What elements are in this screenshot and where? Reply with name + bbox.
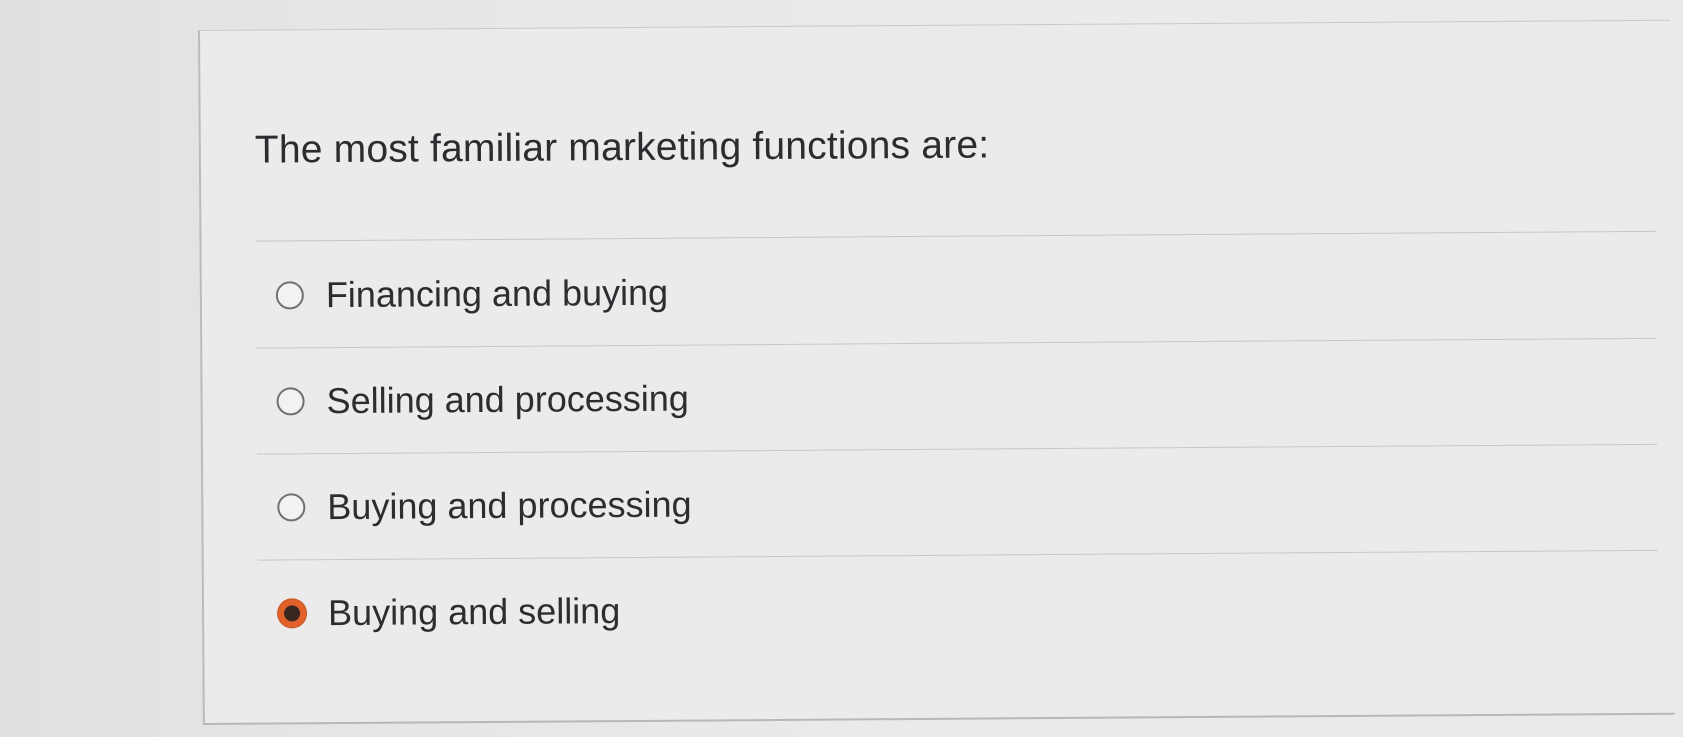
radio-button-2[interactable] — [276, 386, 305, 415]
answer-options: Financing and buying Selling and process… — [255, 232, 1659, 666]
question-card: The most familiar marketing functions ar… — [198, 19, 1675, 725]
question-text: The most familiar marketing functions ar… — [254, 123, 990, 172]
answer-option-4-label[interactable]: Buying and selling — [328, 590, 620, 634]
answer-option-2[interactable]: Selling and processing — [256, 338, 1657, 455]
answer-option-4[interactable]: Buying and selling — [258, 551, 1659, 666]
answer-option-1[interactable]: Financing and buying — [255, 232, 1657, 349]
answer-option-3[interactable]: Buying and processing — [256, 444, 1658, 561]
answer-option-3-label[interactable]: Buying and processing — [327, 483, 692, 528]
answer-option-1-label[interactable]: Financing and buying — [326, 271, 669, 315]
radio-button-4[interactable] — [277, 598, 307, 627]
answer-option-2-label[interactable]: Selling and processing — [326, 377, 689, 422]
radio-button-3[interactable] — [277, 492, 306, 521]
radio-button-1[interactable] — [275, 280, 304, 309]
page-background: The most familiar marketing functions ar… — [0, 0, 1683, 737]
